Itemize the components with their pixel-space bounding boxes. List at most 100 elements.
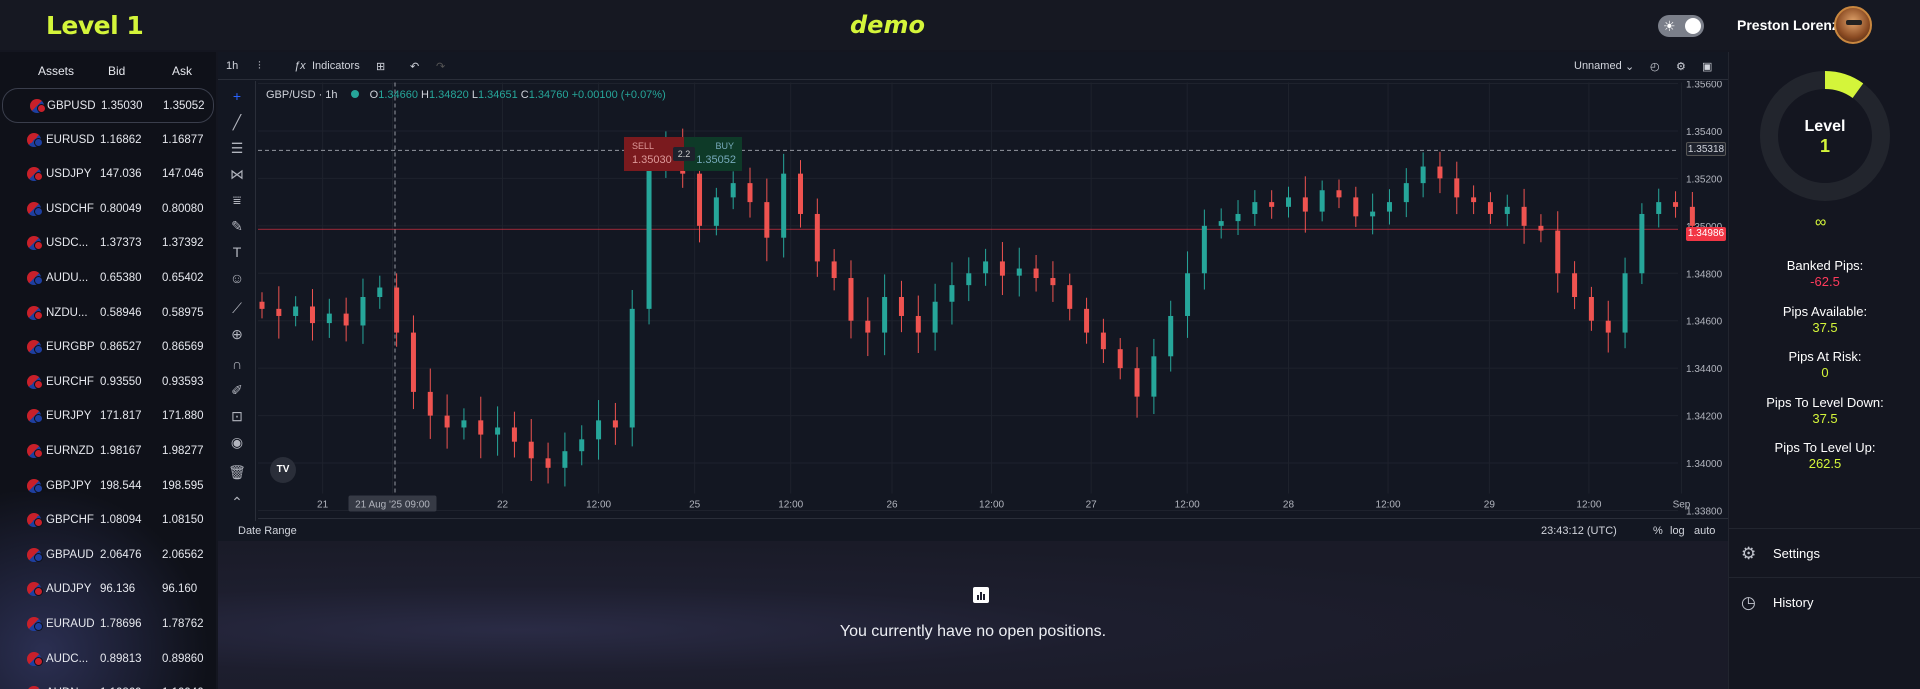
text-icon[interactable]: T <box>228 243 246 261</box>
candle-body <box>1403 183 1409 203</box>
asset-bid: 96.136 <box>100 583 136 596</box>
fib-icon[interactable]: ☰ <box>228 139 246 157</box>
asset-row[interactable]: GBPAUD 2.06476 2.06562 <box>0 538 216 573</box>
time-tick-label: 29 <box>1484 500 1496 511</box>
asset-row[interactable]: AUDU... 0.65380 0.65402 <box>0 261 216 296</box>
asset-symbol: AUDC... <box>46 652 89 665</box>
candle-body <box>848 278 854 321</box>
avatar[interactable] <box>1834 6 1872 44</box>
candle-body <box>797 173 803 214</box>
asset-row[interactable]: EURUSD 1.16862 1.16877 <box>0 123 216 158</box>
candle-body <box>511 427 517 442</box>
lock-draw-icon[interactable]: ✐ <box>228 381 246 399</box>
undo-icon[interactable]: ↶ <box>410 60 419 73</box>
asset-ask: 96.160 <box>162 583 198 596</box>
percent-toggle[interactable]: % <box>1653 525 1663 537</box>
flag-icon <box>34 587 43 597</box>
time-tick-label: 12:00 <box>1576 500 1601 511</box>
eye-icon[interactable]: ◉ <box>228 433 246 451</box>
price-chart[interactable]: 1.356001.354001.352001.350001.348001.346… <box>258 81 1728 521</box>
zoom-icon[interactable]: ⊕ <box>228 325 246 343</box>
asset-bid: 147.036 <box>100 168 142 181</box>
collapse-icon[interactable]: ⌃ <box>228 493 246 511</box>
ruler-icon[interactable]: ⟋ <box>228 299 246 317</box>
trend-line-icon[interactable]: ╱ <box>228 113 246 131</box>
gear-icon[interactable]: ⚙ <box>1676 60 1686 73</box>
menu-item-history[interactable]: ◷ History <box>1729 577 1920 627</box>
candle-body <box>1370 211 1376 217</box>
asset-row[interactable]: AUDN... 1.10869 1.10946 <box>0 676 216 689</box>
quick-search-icon[interactable]: ◴ <box>1650 60 1660 73</box>
fx-icon[interactable]: ƒx <box>294 60 306 72</box>
log-toggle[interactable]: log <box>1670 525 1685 537</box>
flag-icon <box>37 104 46 113</box>
asset-row[interactable]: GBPUSD 1.35030 1.35052 <box>2 88 214 123</box>
asset-row[interactable]: USDC... 1.37373 1.37392 <box>0 226 216 261</box>
layout-name[interactable]: Unnamed <box>1574 60 1622 72</box>
projection-icon[interactable]: ⩸ <box>228 191 246 209</box>
stat-label: Pips Available: <box>1782 303 1868 319</box>
auto-toggle[interactable]: auto <box>1694 525 1715 537</box>
asset-bid: 0.80049 <box>100 202 142 215</box>
candle-body <box>495 427 501 435</box>
trash-icon[interactable]: 🗑 <box>228 463 246 481</box>
camera-icon[interactable]: ▣ <box>1702 60 1712 73</box>
magnet-icon[interactable]: ∩ <box>228 355 246 373</box>
candle-body <box>1050 278 1056 286</box>
asset-bid: 1.98167 <box>100 444 142 457</box>
candle-body <box>1656 202 1662 214</box>
asset-row[interactable]: USDJPY 147.036 147.046 <box>0 157 216 192</box>
ohlc-high: 1.34820 <box>429 89 469 101</box>
user-name[interactable]: Preston Lorenz <box>1737 17 1839 33</box>
indicators-button[interactable]: Indicators <box>312 60 360 72</box>
templates-icon[interactable]: ⊞ <box>376 60 385 73</box>
flag-icon <box>34 448 43 458</box>
stat-value: 262.5 <box>1808 456 1842 471</box>
asset-symbol: EURAUD <box>46 617 95 630</box>
brush-icon[interactable]: ✎ <box>228 217 246 235</box>
candle-body <box>882 297 888 333</box>
candle-body <box>259 301 265 309</box>
candle-body <box>596 420 602 440</box>
chart-type-icon[interactable]: ⫶ <box>258 60 261 73</box>
candle-body <box>1521 206 1527 226</box>
asset-row[interactable]: EURGBP 0.86527 0.86569 <box>0 330 216 365</box>
asset-bid: 2.06476 <box>100 548 142 561</box>
asset-row[interactable]: GBPCHF 1.08094 1.08150 <box>0 503 216 538</box>
candle-body <box>898 297 904 316</box>
asset-row[interactable]: EURCHF 0.93550 0.93593 <box>0 365 216 400</box>
asset-row[interactable]: AUDC... 0.89813 0.89860 <box>0 642 216 677</box>
drawing-toolbar: + ╱ ☰ ⋈ ⩸ ✎ T ☺ ⟋ ⊕ ∩ ✐ ⊡ ◉ 🗑 ⌃ <box>218 81 256 521</box>
asset-ask: 1.35052 <box>163 100 205 112</box>
asset-row[interactable]: AUDJPY 96.136 96.160 <box>0 572 216 607</box>
asset-row[interactable]: EURJPY 171.817 171.880 <box>0 399 216 434</box>
menu-item-settings[interactable]: ⚙ Settings <box>1729 528 1920 578</box>
tradingview-logo-icon[interactable]: TV <box>270 457 296 483</box>
asset-row[interactable]: USDCHF 0.80049 0.80080 <box>0 192 216 227</box>
redo-icon[interactable]: ↷ <box>436 60 445 73</box>
candle-body <box>1084 308 1090 333</box>
date-range-button[interactable]: Date Range <box>238 525 297 537</box>
emoji-icon[interactable]: ☺ <box>228 269 246 287</box>
stat-label: Pips At Risk: <box>1788 349 1862 364</box>
asset-symbol: EURCHF <box>46 375 94 388</box>
asset-bid: 0.86527 <box>100 341 142 354</box>
time-tick-label: 27 <box>1086 500 1098 511</box>
asset-row[interactable]: NZDU... 0.58946 0.58975 <box>0 296 216 331</box>
chevron-down-icon[interactable]: ⌄ <box>1625 60 1634 73</box>
asset-row[interactable]: EURNZD 1.98167 1.98277 <box>0 434 216 469</box>
candle-body <box>1117 349 1123 369</box>
crosshair-icon[interactable]: + <box>228 87 246 105</box>
candle-body <box>1252 202 1258 214</box>
flag-icon <box>34 137 43 147</box>
asset-row[interactable]: GBPJPY 198.544 198.595 <box>0 469 216 504</box>
asset-row[interactable]: EURAUD 1.78696 1.78762 <box>0 607 216 642</box>
interval-button[interactable]: 1h <box>226 60 238 72</box>
theme-toggle[interactable]: ☀ <box>1658 15 1704 37</box>
time-tick-label: Sep <box>1673 500 1691 511</box>
pattern-icon[interactable]: ⋈ <box>228 165 246 183</box>
asset-symbol: USDJPY <box>46 168 92 181</box>
candle-body <box>747 183 753 203</box>
lock-icon[interactable]: ⊡ <box>228 407 246 425</box>
candle-body <box>1504 206 1510 214</box>
